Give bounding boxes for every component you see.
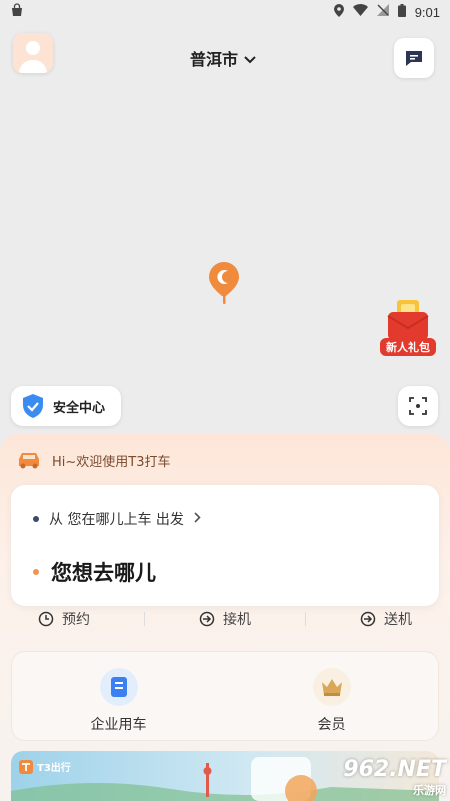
new-user-gift-pack[interactable]: 新人礼包 xyxy=(380,298,436,356)
chevron-down-icon xyxy=(244,49,256,68)
mode-label: 预约 xyxy=(62,612,90,628)
service-label: 会员 xyxy=(317,717,346,733)
divider xyxy=(144,612,145,626)
pickup-dot xyxy=(33,516,39,522)
clock-icon xyxy=(38,611,54,627)
chevron-right-icon xyxy=(194,511,201,527)
shield-icon xyxy=(23,394,43,418)
message-icon xyxy=(406,51,422,66)
wifi-icon xyxy=(352,4,368,20)
status-right: 9:01 xyxy=(333,3,440,21)
mode-airport-dropoff[interactable]: 送机 xyxy=(360,609,412,629)
airport-pickup-icon xyxy=(199,611,215,627)
gift-envelope-icon xyxy=(387,300,429,340)
mode-airport-pickup[interactable]: 接机 xyxy=(199,609,251,629)
welcome-text: Hi~欢迎使用T3打车 xyxy=(52,454,171,470)
destination-dot xyxy=(33,569,39,575)
location-pin-icon xyxy=(209,262,239,304)
services-panel: 企业用车 会员 xyxy=(11,651,439,741)
enterprise-icon xyxy=(99,668,138,706)
status-bar: 9:01 xyxy=(0,0,450,24)
service-membership[interactable]: 会员 xyxy=(225,652,438,740)
status-left xyxy=(10,3,24,21)
service-enterprise[interactable]: 企业用车 xyxy=(12,652,225,740)
destination-input[interactable]: 您想去哪儿 xyxy=(33,557,156,587)
mode-label: 送机 xyxy=(384,612,412,628)
site-watermark: 962.NET 乐游网 xyxy=(320,756,446,798)
service-label: 企业用车 xyxy=(90,717,147,733)
location-icon xyxy=(333,3,344,21)
crosshair-icon xyxy=(409,397,427,415)
watermark-top: 962.NET xyxy=(343,756,446,782)
pickup-row[interactable]: 从 您在哪儿上车 出发 xyxy=(33,509,201,529)
pickup-text: 从 您在哪儿上车 出发 xyxy=(49,512,184,528)
gift-label: 新人礼包 xyxy=(380,338,436,356)
status-time: 9:01 xyxy=(414,4,440,20)
divider xyxy=(305,612,306,626)
destination-prompt: 您想去哪儿 xyxy=(51,561,156,585)
safety-center-button[interactable]: 安全中心 xyxy=(11,386,121,426)
mode-label: 接机 xyxy=(223,612,251,628)
store-notification-icon xyxy=(10,3,24,21)
ride-modes: 预约 接机 送机 xyxy=(11,604,439,634)
car-icon xyxy=(19,453,39,469)
destination-card: 从 您在哪儿上车 出发 您想去哪儿 xyxy=(11,485,439,606)
battery-icon xyxy=(397,3,406,21)
map-location-pin[interactable] xyxy=(208,262,240,304)
city-selector[interactable]: 普洱市 xyxy=(190,46,256,70)
airport-dropoff-icon xyxy=(360,611,376,627)
recenter-button[interactable] xyxy=(398,386,438,426)
city-name: 普洱市 xyxy=(190,50,239,69)
message-button[interactable] xyxy=(394,38,434,78)
welcome-banner: Hi~欢迎使用T3打车 xyxy=(16,448,171,472)
avatar[interactable] xyxy=(13,33,53,73)
no-signal-icon xyxy=(376,4,389,20)
mode-reserve[interactable]: 预约 xyxy=(38,609,90,629)
safety-center-label: 安全中心 xyxy=(53,400,106,416)
user-avatar-icon xyxy=(13,33,53,73)
watermark-bottom: 乐游网 xyxy=(413,783,446,797)
crown-icon xyxy=(312,668,351,706)
